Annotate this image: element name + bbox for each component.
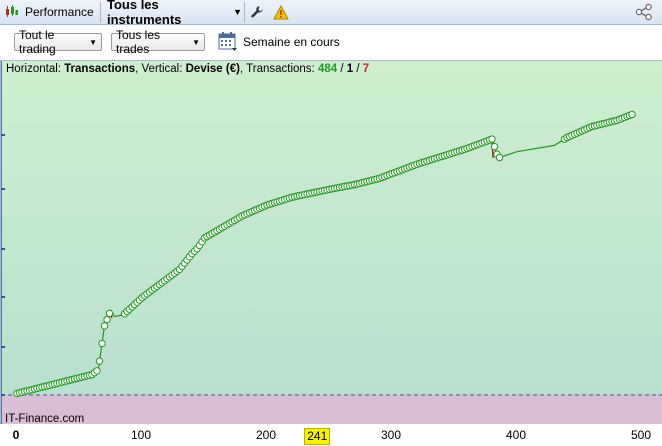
filter-toolbar: Tout le trading ▼ Tous les trades ▼ Sema… — [0, 25, 662, 60]
x-axis: 0 100 200 300 400 500 241 — [0, 424, 662, 446]
tab-divider — [100, 2, 101, 22]
tab-divider — [244, 2, 245, 22]
trade-point — [490, 142, 499, 151]
transactions-total: 484 — [317, 63, 338, 75]
warning-icon[interactable] — [272, 0, 290, 24]
legend-transactions-prefix: , Transactions: — [239, 63, 318, 75]
trades-filter-dropdown[interactable]: Tous les trades ▼ — [111, 28, 205, 56]
calendar-icon[interactable] — [218, 31, 238, 53]
legend-sep: / — [353, 63, 363, 75]
chevron-down-icon: ▼ — [233, 7, 242, 17]
trades-filter-label: Tous les trades — [116, 28, 161, 56]
equity-chart[interactable] — [0, 60, 662, 425]
equity-chart-svg — [1, 61, 662, 425]
transactions-losers: 7 — [362, 63, 370, 75]
legend-sep: / — [337, 63, 347, 75]
tab-performance-label: Performance — [25, 5, 94, 19]
x-tick-label: 200 — [255, 428, 277, 442]
chevron-down-icon: ▼ — [192, 37, 200, 47]
instruments-label: Tous les instruments — [107, 0, 182, 27]
x-tick-label: 0 — [12, 428, 20, 442]
legend-vertical-value: Devise (€) — [185, 63, 240, 75]
instruments-dropdown[interactable]: Tous les instruments ▼ — [102, 0, 242, 27]
trade-point — [98, 339, 106, 348]
trade-point — [93, 367, 101, 375]
chart-icon — [5, 4, 19, 21]
trade-point — [105, 309, 114, 318]
x-tick-label: 500 — [630, 428, 652, 442]
x-tick-label: 400 — [505, 428, 527, 442]
legend-vertical-prefix: , Vertical: — [135, 63, 186, 75]
top-tab-bar: Performance Tous les instruments ▼ — [0, 0, 662, 27]
legend-horizontal-value: Transactions — [64, 63, 136, 75]
chevron-down-icon: ▼ — [89, 37, 97, 47]
trade-point — [100, 322, 109, 330]
tab-performance[interactable]: Performance — [5, 0, 100, 24]
period-label: Semaine en cours — [243, 35, 340, 49]
loss-area — [1, 395, 662, 425]
x-tick-label: 300 — [380, 428, 402, 442]
wrench-icon[interactable] — [248, 0, 266, 24]
share-icon[interactable] — [632, 0, 656, 24]
x-cursor-marker: 241 — [304, 428, 331, 445]
trade-point — [488, 135, 496, 143]
trade-point — [103, 315, 111, 324]
x-tick-label: 100 — [130, 428, 152, 442]
trade-point — [95, 357, 104, 365]
chart-legend: Horizontal: Transactions, Vertical: Devi… — [6, 63, 369, 75]
trade-point — [628, 110, 636, 119]
trading-filter-dropdown[interactable]: Tout le trading ▼ — [14, 28, 102, 56]
trading-filter-label: Tout le trading — [19, 28, 56, 56]
trade-point — [495, 153, 504, 162]
legend-horizontal-prefix: Horizontal: — [6, 63, 65, 75]
